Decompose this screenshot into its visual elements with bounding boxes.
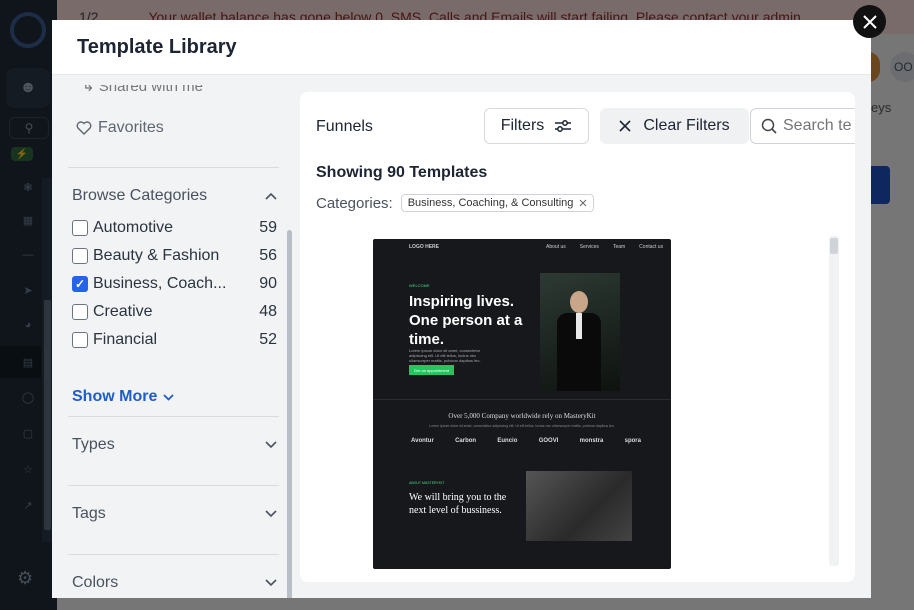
active-categories-row: Categories: Business, Coaching, & Consul…	[316, 194, 595, 212]
category-label: Financial	[93, 331, 158, 348]
sliders-icon	[555, 120, 572, 132]
browse-categories-label: Browse Categories	[72, 187, 208, 204]
heart-icon	[76, 121, 92, 135]
categories-label: Categories:	[316, 194, 393, 212]
category-checkbox-checked[interactable]: ✓	[72, 276, 88, 292]
category-item-beauty-fashion[interactable]: Beauty & Fashion 56	[72, 245, 277, 267]
browse-categories-header[interactable]: Browse Categories	[72, 187, 277, 205]
close-icon	[619, 120, 631, 132]
brand-logo: GOOVI	[538, 438, 559, 444]
category-item-business-coaching[interactable]: ✓ Business, Coach... 90	[72, 273, 277, 295]
category-checkbox[interactable]	[72, 220, 88, 236]
category-count: 90	[259, 275, 277, 292]
favorites-label: Favorites	[98, 119, 164, 136]
category-checkbox[interactable]	[72, 332, 88, 348]
category-count: 59	[259, 219, 277, 236]
category-item-automotive[interactable]: Automotive 59	[72, 217, 277, 239]
shared-label: Shared with me	[98, 78, 203, 95]
category-chip[interactable]: Business, Coaching, & Consulting	[400, 194, 595, 212]
clear-filters-label: Clear Filters	[643, 117, 730, 134]
search-icon	[761, 118, 777, 134]
modal-close-button[interactable]	[853, 5, 886, 38]
template-nav-link: Contact us	[639, 244, 664, 250]
divider	[68, 485, 279, 486]
divider	[68, 416, 279, 417]
brand-logo: spora	[624, 438, 641, 444]
template-band-title: Over 5,000 Company worldwide rely on Mas…	[448, 412, 596, 420]
tags-label: Tags	[72, 505, 106, 522]
search-input[interactable]	[783, 117, 855, 135]
colors-header[interactable]: Colors	[72, 574, 277, 592]
template-nav-link: Team	[612, 244, 626, 250]
search-box[interactable]	[750, 108, 855, 144]
modal-header: Template Library	[52, 20, 871, 75]
template-card[interactable]: LOGO HERE About us Services Team Contact…	[373, 239, 671, 569]
template-sub-headline: We will bring you to the next level of b…	[409, 492, 507, 516]
divider	[68, 554, 279, 555]
template-body: Lorem ipsum dolor sit amet, consectetur …	[409, 348, 481, 363]
show-more-button[interactable]: Show More	[72, 388, 174, 406]
template-nav-links: About us Services Team Contact us	[546, 244, 663, 250]
close-icon	[862, 14, 877, 29]
filter-panel: ↳ Shared with me Favorites Browse Catego…	[52, 76, 297, 598]
divider	[68, 167, 279, 168]
filter-panel-scrollbar[interactable]	[287, 230, 292, 598]
template-headline: Inspiring lives. One person at a time.	[409, 293, 523, 348]
tags-header[interactable]: Tags	[72, 505, 277, 523]
category-item-creative[interactable]: Creative 48	[72, 301, 277, 323]
template-hero-photo	[540, 273, 620, 391]
category-checkbox[interactable]	[72, 304, 88, 320]
category-chip-label: Business, Coaching, & Consulting	[407, 197, 574, 209]
chevron-down-icon	[265, 441, 277, 449]
category-count: 52	[259, 331, 277, 348]
template-nav-link: Services	[579, 244, 599, 250]
chevron-down-icon	[163, 393, 174, 401]
template-logo: LOGO HERE	[409, 244, 440, 250]
category-checkbox[interactable]	[72, 248, 88, 264]
types-header[interactable]: Types	[72, 436, 277, 454]
chevron-down-icon	[265, 579, 277, 587]
template-band-body: Lorem ipsum dolor sit amet, consectetur …	[429, 424, 615, 428]
category-count: 56	[259, 247, 277, 264]
category-label: Creative	[93, 303, 153, 320]
templates-panel: Funnels Filters Clear Filters Showing 90…	[300, 92, 855, 582]
brand-logo: monstra	[579, 438, 604, 444]
modal-title: Template Library	[77, 36, 237, 58]
category-label: Business, Coach...	[93, 275, 227, 292]
chevron-down-icon	[265, 510, 277, 518]
favorites-link[interactable]: Favorites	[76, 119, 164, 137]
types-label: Types	[72, 436, 115, 453]
template-nav-link: About us	[546, 244, 566, 250]
templates-scrollbar[interactable]	[829, 236, 839, 566]
brand-logo: Carbon	[455, 438, 477, 444]
brand-logo: Avontur	[411, 438, 434, 444]
category-item-financial[interactable]: Financial 52	[72, 329, 277, 351]
category-count: 48	[259, 303, 277, 320]
template-brands: Avontur Carbon Euncio GOOVI monstra spor…	[411, 438, 641, 444]
template-nav: LOGO HERE About us Services Team Contact…	[373, 239, 671, 255]
shared-with-me-link[interactable]: ↳ Shared with me	[82, 78, 203, 95]
category-label: Automotive	[93, 219, 174, 236]
filters-button[interactable]: Filters	[484, 108, 589, 144]
show-more-label: Show More	[72, 388, 158, 405]
template-about-label: ABOUT MASTERYKIT	[409, 481, 445, 485]
template-office-photo	[526, 471, 632, 541]
templates-count: Showing 90 Templates	[316, 164, 488, 181]
brand-logo: Euncio	[497, 438, 518, 444]
template-welcome: WELCOME	[409, 283, 430, 288]
template-cta: Get an appointment	[409, 365, 454, 375]
chip-close-icon[interactable]	[579, 199, 587, 207]
category-label: Beauty & Fashion	[93, 247, 220, 264]
template-library-modal: Template Library ↳ Shared with me Favori…	[52, 20, 871, 598]
chevron-up-icon	[265, 192, 277, 200]
colors-label: Colors	[72, 574, 119, 591]
funnels-label: Funnels	[316, 118, 373, 135]
filters-label: Filters	[500, 117, 545, 134]
clear-filters-button[interactable]: Clear Filters	[600, 108, 749, 144]
